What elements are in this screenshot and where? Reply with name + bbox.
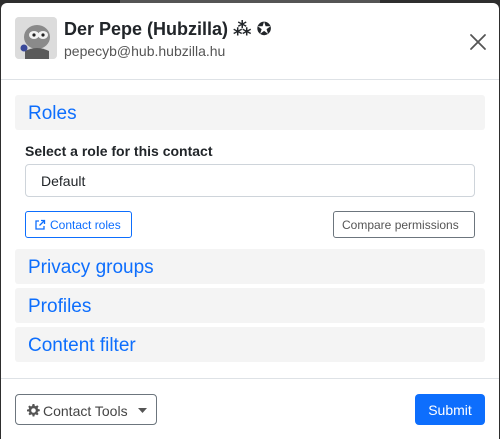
privacy-groups-section: Privacy groups [15,249,485,284]
role-select-value: Default [41,173,86,189]
submit-button[interactable]: Submit [415,394,485,425]
avatar [15,17,57,59]
content-filter-section-title[interactable]: Content filter [28,335,136,357]
contact-edit-modal: Der Pepe (Hubzilla) ⁂ ✪ pepecyb@hub.hubz… [1,3,499,439]
contact-tools-label: Contact Tools [43,403,128,419]
contact-roles-label: Contact roles [50,218,121,232]
role-select[interactable]: Default [25,164,475,197]
profiles-section: Profiles [15,288,485,323]
submit-label: Submit [428,402,472,418]
gear-icon [27,404,40,417]
avatar-image [15,17,57,59]
close-button[interactable] [465,29,491,55]
modal-footer: Contact Tools Submit [1,378,499,439]
caret-down-icon [138,408,147,413]
roles-section: Roles [15,95,485,130]
content-filter-section: Content filter [15,327,485,362]
close-icon [470,34,486,50]
contact-tools-button[interactable]: Contact Tools [15,394,157,425]
contact-roles-button[interactable]: Contact roles [25,211,132,238]
roles-section-title[interactable]: Roles [28,103,77,125]
profiles-section-title[interactable]: Profiles [28,296,91,318]
external-link-icon [35,219,46,230]
compare-permissions-button[interactable]: Compare permissions [333,211,475,238]
compare-permissions-label: Compare permissions [342,218,459,232]
modal-header: Der Pepe (Hubzilla) ⁂ ✪ pepecyb@hub.hubz… [1,3,499,80]
contact-name: Der Pepe (Hubzilla) ⁂ ✪ [64,19,272,39]
role-select-label: Select a role for this contact [25,143,213,159]
contact-address: pepecyb@hub.hubzilla.hu [64,43,226,59]
privacy-groups-section-title[interactable]: Privacy groups [28,257,154,279]
modal-body: Roles Select a role for this contact Def… [1,81,499,378]
